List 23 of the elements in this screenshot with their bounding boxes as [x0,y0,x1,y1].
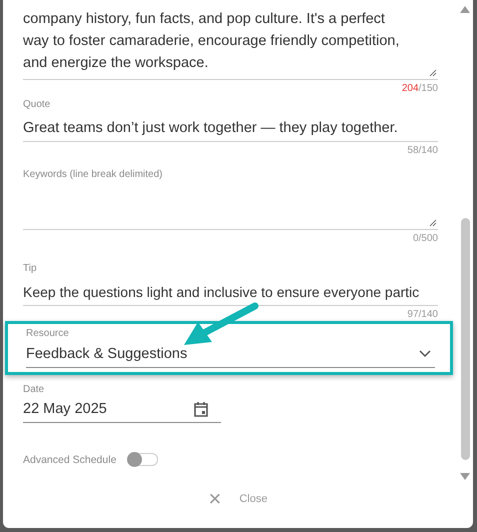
character-counter: 58/140 [406,145,438,156]
resize-grip-icon[interactable] [429,69,437,77]
resize-grip-icon[interactable] [429,219,437,227]
character-counter: 0/500 [412,233,438,244]
field-label: Keywords (line break delimited) [23,168,164,181]
date-value: 22 May 2025 [23,400,107,419]
character-counter: 97/140 [406,309,438,320]
field-label: Resource [26,327,70,340]
character-counter: 204/150 [400,83,438,94]
date-field[interactable]: 22 May 2025 [23,396,221,423]
field-label: Quote [23,98,52,111]
toggle-label: Advanced Schedule [23,454,116,466]
field-label: Date [23,383,46,396]
calendar-icon[interactable] [193,401,209,417]
scroll-up-icon[interactable] [460,6,470,13]
text-field[interactable]: Great teams don’t just work together — they play together. [23,111,438,142]
text-field[interactable]: Keep the questions light and inclusive to ensure everyone partic [23,275,438,306]
scroll-down-icon[interactable] [460,473,470,480]
select-value: Feedback & Suggestions [26,345,188,364]
field-label: Tip [23,262,38,275]
text-area[interactable]: company history, fun facts, and pop culture. It's a perfect way to foster camaraderie, encourage friendly competition, and energize the workspace. [23,8,438,80]
chevron-down-icon [419,350,431,358]
toggle-switch[interactable] [128,453,158,466]
